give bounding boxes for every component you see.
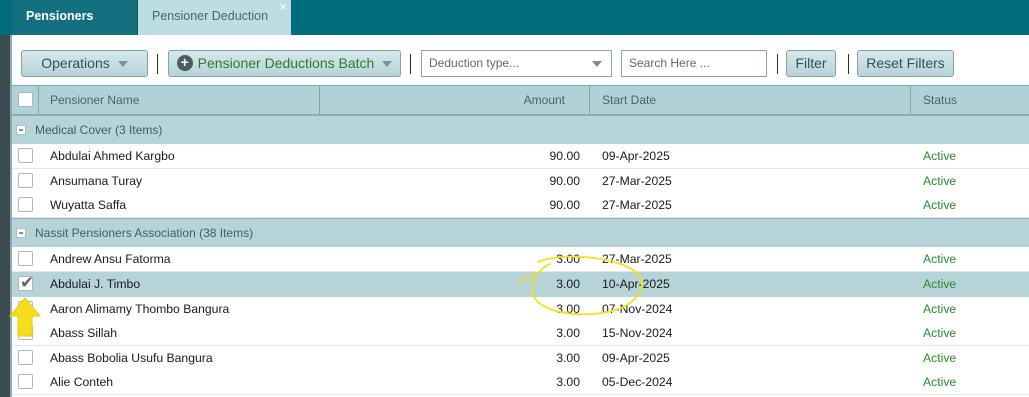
row-checkbox[interactable] bbox=[18, 374, 33, 389]
column-header-pensioner-name[interactable]: Pensioner Name bbox=[39, 86, 320, 114]
group-header[interactable]: Medical Cover (3 Items) bbox=[12, 115, 1029, 144]
pensioner-deductions-batch-button[interactable]: + Pensioner Deductions Batch bbox=[168, 50, 401, 77]
operations-button[interactable]: Operations bbox=[21, 50, 148, 77]
amount: 3.00 bbox=[556, 326, 580, 340]
status: Active bbox=[923, 302, 957, 316]
tab-label: Pensioner Deduction bbox=[152, 9, 269, 23]
status: Active bbox=[923, 198, 957, 212]
chevron-down-icon bbox=[117, 61, 128, 68]
main-content: Operations + Pensioner Deductions Batch D… bbox=[12, 35, 1029, 397]
collapse-icon[interactable] bbox=[16, 228, 26, 238]
row-checkbox[interactable] bbox=[18, 173, 33, 188]
amount: 90.00 bbox=[549, 149, 581, 163]
start-date: 15-Nov-2024 bbox=[602, 326, 673, 340]
column-header-amount[interactable]: Amount bbox=[320, 86, 590, 114]
left-edge-panel bbox=[0, 35, 10, 397]
toolbar-separator bbox=[410, 54, 411, 74]
pensioner-name: Aaron Alimamy Thombo Bangura bbox=[50, 302, 230, 316]
status: Active bbox=[923, 277, 957, 291]
row-checkbox[interactable] bbox=[18, 350, 33, 365]
select-all-checkbox[interactable] bbox=[18, 92, 33, 107]
plus-circle-icon: + bbox=[176, 55, 193, 72]
pensioner-name: Wuyatta Saffa bbox=[50, 198, 127, 212]
filter-label: Filter bbox=[795, 55, 827, 71]
status: Active bbox=[923, 326, 957, 340]
start-date: 09-Apr-2025 bbox=[602, 351, 670, 365]
group-title: Nassit Pensioners Association (38 Items) bbox=[35, 226, 254, 240]
filter-button[interactable]: Filter bbox=[786, 50, 836, 77]
header-select-all-cell bbox=[12, 86, 39, 114]
status: Active bbox=[923, 351, 957, 365]
grid-header: Pensioner Name Amount Start Date Status bbox=[12, 85, 1029, 115]
status: Active bbox=[923, 174, 957, 188]
annotation-arrow-icon bbox=[8, 297, 42, 337]
deduction-type-placeholder: Deduction type... bbox=[429, 56, 520, 70]
row-checkbox-checked[interactable]: ✔ bbox=[18, 273, 35, 292]
search-placeholder: Search Here ... bbox=[629, 56, 710, 70]
checkmark-icon: ✔ bbox=[20, 273, 35, 292]
start-date: 27-Mar-2025 bbox=[602, 198, 672, 212]
start-date: 05-Dec-2024 bbox=[602, 375, 673, 389]
pensioner-name: Abdulai J. Timbo bbox=[50, 277, 141, 291]
table-row[interactable]: Wuyatta Saffa 90.00 27-Mar-2025 Active bbox=[12, 193, 1029, 218]
pensioner-name: Abass Bobolia Usufu Bangura bbox=[50, 351, 213, 365]
toolbar-separator bbox=[157, 54, 158, 74]
amount: 90.00 bbox=[549, 174, 581, 188]
row-checkbox[interactable] bbox=[18, 251, 33, 266]
start-date: 09-Apr-2025 bbox=[602, 149, 670, 163]
reset-filters-button[interactable]: Reset Filters bbox=[857, 50, 954, 77]
toolbar-separator bbox=[777, 54, 778, 74]
table-row[interactable]: Abass Sillah 3.00 15-Nov-2024 Active bbox=[12, 321, 1029, 346]
column-header-start-date[interactable]: Start Date bbox=[590, 86, 911, 114]
tab-pensioner-deduction[interactable]: Pensioner Deduction × bbox=[138, 0, 291, 36]
toolbar-separator bbox=[848, 54, 849, 74]
search-input[interactable]: Search Here ... bbox=[621, 50, 767, 77]
deduction-type-select[interactable]: Deduction type... bbox=[421, 50, 612, 77]
table-row[interactable]: Alie Conteh 3.00 05-Dec-2024 Active bbox=[12, 370, 1029, 395]
pensioner-name: Abdulai Ahmed Kargbo bbox=[50, 149, 175, 163]
pensioner-name: Alie Conteh bbox=[50, 375, 114, 389]
collapse-icon[interactable] bbox=[16, 125, 26, 135]
chevron-down-icon bbox=[592, 61, 602, 67]
operations-label: Operations bbox=[41, 55, 110, 71]
group-title: Medical Cover (3 Items) bbox=[35, 123, 163, 137]
reset-label: Reset Filters bbox=[866, 55, 945, 71]
start-date: 27-Mar-2025 bbox=[602, 174, 672, 188]
group-header[interactable]: Nassit Pensioners Association (38 Items) bbox=[12, 218, 1029, 247]
close-icon[interactable]: × bbox=[279, 0, 287, 23]
pensioner-name: Andrew Ansu Fatorma bbox=[50, 252, 171, 266]
row-checkbox[interactable] bbox=[18, 197, 33, 212]
table-row[interactable]: Ansumana Turay 90.00 27-Mar-2025 Active bbox=[12, 169, 1029, 194]
status: Active bbox=[923, 252, 957, 266]
amount: 3.00 bbox=[556, 375, 580, 389]
table-row[interactable]: Abdulai Ahmed Kargbo 90.00 09-Apr-2025 A… bbox=[12, 144, 1029, 169]
row-checkbox[interactable] bbox=[18, 148, 33, 163]
tab-bar: Pensioners Links Pensioner Deduction × bbox=[0, 0, 1029, 56]
chevron-down-icon bbox=[382, 61, 393, 68]
status: Active bbox=[923, 375, 957, 389]
annotation-circle-icon bbox=[517, 255, 643, 316]
pensioner-name: Ansumana Turay bbox=[50, 174, 143, 188]
tab-pensioners-links[interactable]: Pensioners Links bbox=[12, 0, 138, 56]
amount: 3.00 bbox=[556, 351, 580, 365]
pensioner-name: Abass Sillah bbox=[50, 326, 118, 340]
status: Active bbox=[923, 149, 957, 163]
amount: 90.00 bbox=[549, 198, 581, 212]
toolbar: Operations + Pensioner Deductions Batch D… bbox=[12, 35, 1029, 88]
batch-label: Pensioner Deductions Batch bbox=[197, 55, 375, 71]
column-header-status[interactable]: Status bbox=[911, 86, 1029, 114]
table-row[interactable]: Abass Bobolia Usufu Bangura 3.00 09-Apr-… bbox=[12, 346, 1029, 371]
